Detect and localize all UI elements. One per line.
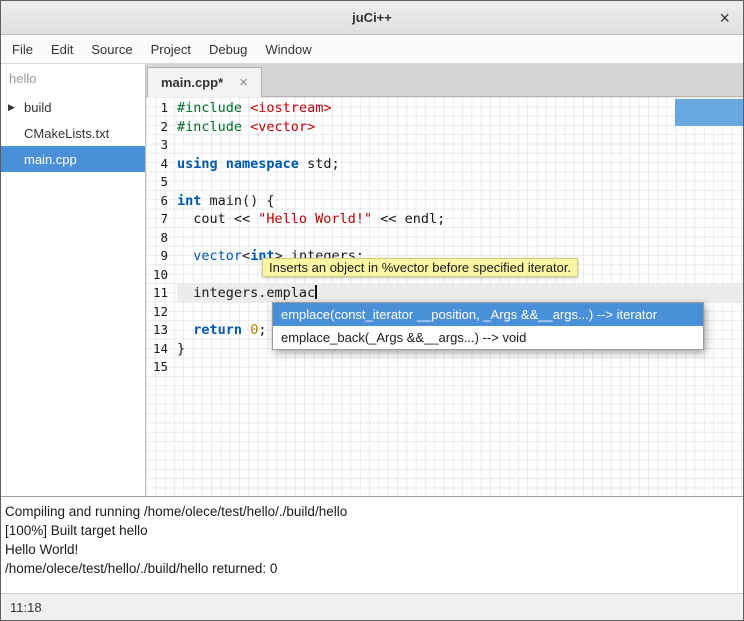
line-content: using namespace std; (177, 155, 743, 174)
menubar: FileEditSourceProjectDebugWindow (1, 35, 743, 64)
line-content (177, 173, 743, 192)
line-number: 5 (146, 173, 177, 192)
line-content: integers.emplac (177, 284, 743, 303)
main-area: hello ▶build CMakeLists.txt main.cpp main.… (1, 64, 743, 497)
menu-item-file[interactable]: File (3, 38, 42, 61)
window-close-icon[interactable]: × (719, 9, 730, 27)
line-content: #include <iostream> (177, 99, 743, 118)
code-line-3[interactable]: 3 (146, 136, 743, 155)
app-window: juCi++ × FileEditSourceProjectDebugWindo… (0, 0, 744, 621)
code-line-15[interactable]: 15 (146, 358, 743, 377)
output-line: Hello World! (5, 540, 739, 559)
menu-item-edit[interactable]: Edit (42, 38, 82, 61)
code-line-1[interactable]: 1#include <iostream> (146, 99, 743, 118)
tree-item-build[interactable]: ▶build (1, 94, 145, 120)
code-line-11[interactable]: 11 integers.emplac (146, 284, 743, 303)
code-editor[interactable]: 1#include <iostream>2#include <vector>34… (146, 97, 743, 496)
menu-item-source[interactable]: Source (82, 38, 141, 61)
menu-item-project[interactable]: Project (142, 38, 200, 61)
line-number: 1 (146, 99, 177, 118)
file-tree: ▶build CMakeLists.txt main.cpp (1, 94, 145, 172)
line-content: cout << "Hello World!" << endl; (177, 210, 743, 229)
tabbar: main.cpp* × (146, 64, 743, 97)
file-tree-panel: hello ▶build CMakeLists.txt main.cpp (1, 64, 146, 496)
line-number: 10 (146, 266, 177, 285)
tab-main-cpp[interactable]: main.cpp* × (147, 67, 262, 97)
scrollbar-thumb[interactable] (675, 99, 743, 126)
line-number: 14 (146, 340, 177, 359)
code-line-7[interactable]: 7 cout << "Hello World!" << endl; (146, 210, 743, 229)
menu-item-window[interactable]: Window (256, 38, 320, 61)
menu-item-debug[interactable]: Debug (200, 38, 256, 61)
editor-pane: main.cpp* × 1#include <iostream>2#includ… (146, 64, 743, 496)
expander-icon[interactable]: ▶ (1, 102, 24, 113)
doc-tooltip: Inserts an object in %vector before spec… (262, 258, 578, 277)
code-line-2[interactable]: 2#include <vector> (146, 118, 743, 137)
tab-close-icon[interactable]: × (239, 75, 248, 90)
line-number: 8 (146, 229, 177, 248)
code-line-6[interactable]: 6int main() { (146, 192, 743, 211)
output-panel: Compiling and running /home/olece/test/h… (1, 497, 743, 593)
tree-item-label: build (24, 100, 51, 115)
line-number: 6 (146, 192, 177, 211)
code-line-4[interactable]: 4using namespace std; (146, 155, 743, 174)
line-number: 15 (146, 358, 177, 377)
cursor-position: 11:18 (10, 600, 42, 615)
line-number: 12 (146, 303, 177, 322)
line-content: int main() { (177, 192, 743, 211)
line-content: #include <vector> (177, 118, 743, 137)
window-title: juCi++ (352, 10, 392, 25)
line-number: 7 (146, 210, 177, 229)
line-content (177, 136, 743, 155)
line-number: 11 (146, 284, 177, 303)
tree-item-main-cpp[interactable]: main.cpp (1, 146, 145, 172)
output-line: Compiling and running /home/olece/test/h… (5, 502, 739, 521)
tab-label: main.cpp* (161, 75, 223, 90)
line-content (177, 358, 743, 377)
output-line: /home/olece/test/hello/./build/hello ret… (5, 559, 739, 578)
tree-item-label: CMakeLists.txt (24, 126, 109, 141)
tree-item-cmakelists-txt[interactable]: CMakeLists.txt (1, 120, 145, 146)
line-number: 4 (146, 155, 177, 174)
line-number: 2 (146, 118, 177, 137)
statusbar: 11:18 (1, 593, 743, 620)
line-number: 3 (146, 136, 177, 155)
line-number: 9 (146, 247, 177, 266)
titlebar: juCi++ × (1, 1, 743, 35)
text-cursor (315, 285, 316, 299)
completion-item-0[interactable]: emplace(const_iterator __position, _Args… (273, 303, 703, 326)
line-content (177, 229, 743, 248)
tree-item-label: main.cpp (24, 152, 77, 167)
code-line-5[interactable]: 5 (146, 173, 743, 192)
output-line: [100%] Built target hello (5, 521, 739, 540)
completion-popup: emplace(const_iterator __position, _Args… (272, 302, 704, 350)
line-number: 13 (146, 321, 177, 340)
project-name: hello (1, 64, 145, 94)
code-line-8[interactable]: 8 (146, 229, 743, 248)
completion-item-1[interactable]: emplace_back(_Args &&__args...) --> void (273, 326, 703, 349)
